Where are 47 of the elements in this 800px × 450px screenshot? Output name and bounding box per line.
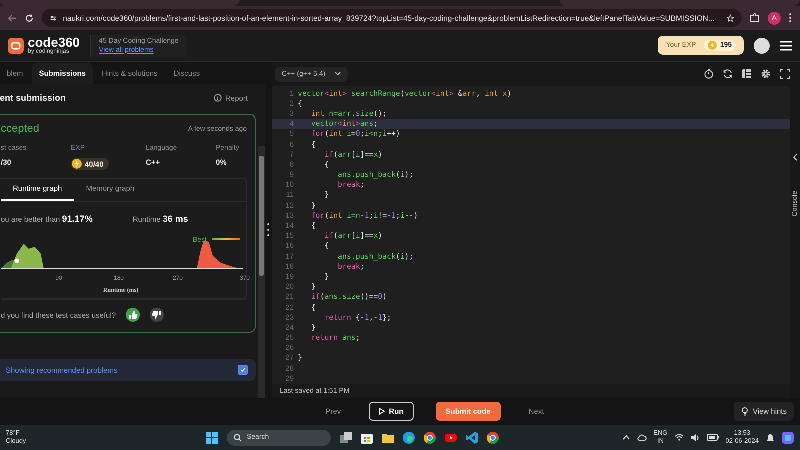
- search-icon: [234, 434, 242, 442]
- user-avatar[interactable]: [754, 38, 770, 54]
- bolt-icon: [72, 159, 82, 169]
- browser-icon[interactable]: [487, 432, 499, 444]
- chevron-up-icon[interactable]: [622, 435, 630, 440]
- logo-icon[interactable]: [8, 38, 24, 54]
- back-arrow-icon[interactable]: [8, 14, 17, 22]
- fullscreen-icon[interactable]: [780, 69, 790, 79]
- timer-icon[interactable]: [704, 69, 714, 79]
- reload-icon[interactable]: [25, 14, 34, 22]
- code-editor-icon[interactable]: [466, 432, 478, 444]
- bookmark-star-icon[interactable]: [726, 14, 734, 22]
- video-player-icon[interactable]: [445, 432, 457, 444]
- chevron-left-icon[interactable]: [792, 154, 798, 161]
- info-icon: [214, 94, 222, 102]
- more-menu-icon[interactable]: [789, 13, 792, 23]
- coin-icon: [708, 41, 718, 50]
- thumbs-up-button[interactable]: [126, 308, 140, 322]
- play-icon: [379, 408, 386, 415]
- status-text: ccepted: [1, 123, 40, 135]
- menu-icon[interactable]: [780, 40, 792, 50]
- check-icon: [240, 367, 246, 373]
- lightbulb-icon: [740, 407, 749, 416]
- section-title: ent submission: [0, 93, 66, 103]
- speaker-icon[interactable]: [690, 434, 700, 442]
- browser-icon[interactable]: [403, 432, 415, 444]
- chevron-down-icon: [334, 72, 341, 76]
- checkbox[interactable]: [238, 365, 248, 375]
- extension-icon[interactable]: [750, 13, 760, 23]
- refresh-icon[interactable]: [723, 69, 733, 79]
- battery-icon[interactable]: [706, 434, 719, 441]
- layout-icon[interactable]: [742, 69, 752, 79]
- wifi-icon[interactable]: [674, 434, 684, 441]
- store-icon[interactable]: [361, 432, 373, 444]
- drag-handle-icon[interactable]: [267, 223, 270, 237]
- browser-icon[interactable]: [424, 432, 436, 444]
- site-settings-icon[interactable]: [50, 14, 58, 22]
- notification-icon[interactable]: [766, 432, 775, 442]
- task-view-icon[interactable]: [340, 432, 352, 444]
- windows-logo-icon[interactable]: [206, 432, 218, 444]
- logo-text: code360: [28, 36, 80, 49]
- widgets-icon[interactable]: [782, 432, 794, 444]
- folder-icon[interactable]: [382, 432, 394, 444]
- scrollbar[interactable]: [258, 146, 265, 398]
- settings-icon[interactable]: [761, 69, 771, 79]
- cloud-icon[interactable]: [636, 434, 647, 441]
- thumbs-down-button[interactable]: [150, 308, 164, 322]
